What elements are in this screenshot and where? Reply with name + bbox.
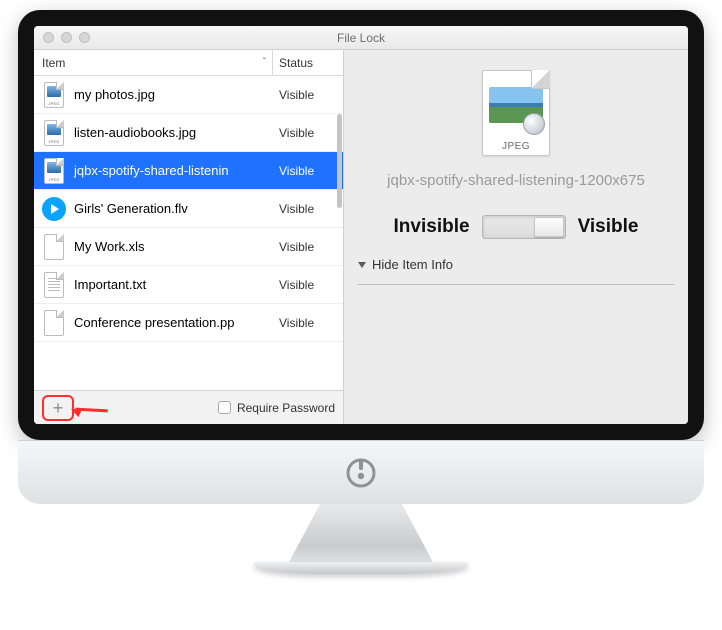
hide-item-info-toggle[interactable]: Hide Item Info: [358, 257, 453, 272]
file-icon: [42, 233, 66, 261]
file-list[interactable]: my photos.jpgVisiblelisten-audiobooks.jp…: [34, 76, 343, 390]
table-row[interactable]: listen-audiobooks.jpg Visible: [34, 114, 343, 152]
imac-chin: [18, 440, 704, 504]
file-list-panel: Item ˇ Status my photos.jpgVisiblelisten…: [34, 50, 344, 424]
sort-indicator-icon: ˇ: [263, 57, 266, 68]
column-status-label: Status: [279, 56, 313, 70]
file-name: my photos.jpg: [74, 87, 155, 102]
visibility-toggle-row: Invisible Visible: [394, 215, 639, 239]
file-status: Visible: [273, 316, 343, 330]
logo-icon: [344, 456, 378, 490]
divider: [358, 284, 674, 285]
scrollbar[interactable]: [336, 76, 343, 390]
add-button[interactable]: +: [42, 395, 74, 421]
file-name: Girls' Generation.flv: [74, 201, 188, 216]
image-icon: [42, 157, 66, 185]
file-status: Visible: [273, 202, 343, 216]
image-icon: [42, 81, 66, 109]
window-title: File Lock: [34, 31, 688, 45]
file-icon: [42, 309, 66, 337]
file-preview-icon: JPEG: [482, 70, 550, 156]
detail-panel: JPEG jqbx-spotify-shared-listening-1200x…: [344, 50, 688, 424]
file-name: Conference presentation.pp: [74, 315, 234, 330]
table-row[interactable]: my photos.jpg Visible: [34, 76, 343, 114]
table-row[interactable]: Conference presentation.pp Visible: [34, 304, 343, 342]
imac-stand: [288, 504, 434, 564]
column-status[interactable]: Status: [273, 50, 343, 75]
file-name: listen-audiobooks.jpg: [74, 125, 196, 140]
column-item-label: Item: [42, 56, 65, 70]
disclosure-label: Hide Item Info: [372, 257, 453, 272]
require-password-label: Require Password: [237, 401, 335, 415]
titlebar: File Lock: [34, 26, 688, 50]
file-status: Visible: [273, 278, 343, 292]
visible-label: Visible: [578, 216, 639, 238]
file-status: Visible: [273, 164, 343, 178]
file-status: Visible: [273, 88, 343, 102]
file-name: My Work.xls: [74, 239, 145, 254]
require-password-control[interactable]: Require Password: [218, 401, 335, 415]
table-row[interactable]: Girls' Generation.flv Visible: [34, 190, 343, 228]
imac-base: [254, 562, 468, 574]
plus-icon: +: [53, 399, 64, 417]
visibility-toggle[interactable]: [482, 215, 566, 239]
video-icon: [42, 195, 66, 223]
require-password-checkbox[interactable]: [218, 401, 231, 414]
table-row[interactable]: My Work.xls Visible: [34, 228, 343, 266]
preview-caption: JPEG: [483, 141, 549, 152]
app-window: File Lock Item ˇ Status my photos.jpgV: [34, 26, 688, 424]
file-status: Visible: [273, 126, 343, 140]
selected-filename: jqbx-spotify-shared-listening-1200x675: [358, 172, 674, 189]
file-name: Important.txt: [74, 277, 146, 292]
table-row[interactable]: jqbx-spotify-shared-listenin Visible: [34, 152, 343, 190]
scroll-thumb[interactable]: [337, 114, 342, 208]
image-icon: [42, 119, 66, 147]
file-name: jqbx-spotify-shared-listenin: [74, 163, 229, 178]
imac-bezel: File Lock Item ˇ Status my photos.jpgV: [18, 10, 704, 440]
toggle-knob[interactable]: [534, 217, 564, 237]
column-headers[interactable]: Item ˇ Status: [34, 50, 343, 76]
column-item[interactable]: Item ˇ: [34, 50, 273, 75]
file-status: Visible: [273, 240, 343, 254]
annotation-arrow-icon: [68, 393, 111, 424]
invisible-label: Invisible: [394, 216, 470, 238]
disclosure-triangle-icon: [358, 262, 366, 268]
list-footer: + Require Password: [34, 390, 343, 424]
text-icon: [42, 271, 66, 299]
table-row[interactable]: Important.txt Visible: [34, 266, 343, 304]
